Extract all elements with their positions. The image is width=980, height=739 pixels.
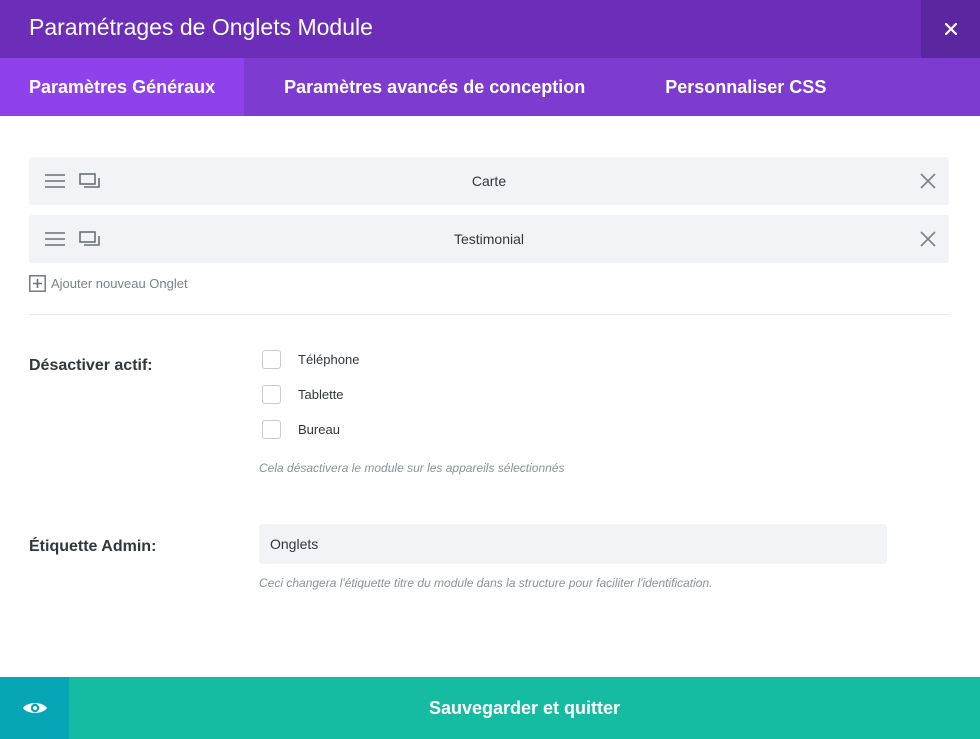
duplicate-icon[interactable] [79, 231, 101, 247]
delete-icon[interactable] [919, 230, 937, 248]
tab-item-label: Testimonial [453, 231, 525, 247]
drag-handle-icon[interactable] [45, 231, 65, 247]
drag-handle-icon[interactable] [45, 173, 65, 189]
admin-label-help-text: Ceci changera l'étiquette titre du modul… [259, 576, 713, 590]
modal-title: Paramétrages de Onglets Module [29, 14, 373, 40]
admin-label-input[interactable] [259, 524, 887, 564]
checkbox-label: Tablette [298, 386, 344, 402]
checkbox-label: Téléphone [298, 351, 360, 367]
tab-general-settings[interactable]: Paramètres Généraux [0, 58, 245, 116]
tab-item-label: Carte [471, 173, 507, 189]
modal-header: Paramétrages de Onglets Module [0, 0, 980, 58]
checkbox-tablet[interactable]: Tablette [262, 384, 344, 404]
tab-item-row[interactable]: Carte [29, 157, 949, 205]
preview-button[interactable] [0, 677, 69, 739]
close-icon [944, 23, 957, 35]
checkbox-label: Bureau [298, 421, 340, 437]
checkbox-box[interactable] [262, 419, 281, 439]
add-tab-label: Ajouter nouveau Onglet [51, 275, 188, 291]
admin-label-label: Étiquette Admin: [29, 538, 157, 555]
plus-box-icon [29, 274, 46, 292]
disable-help-text: Cela désactivera le module sur les appar… [259, 461, 565, 475]
settings-content: Carte Testimonial Ajouter nouveau Onglet… [0, 116, 980, 677]
disable-label: Désactiver actif: [29, 357, 153, 374]
checkbox-box[interactable] [262, 349, 281, 369]
eye-icon [22, 703, 47, 713]
modal-footer: Sauvegarder et quitter [0, 677, 980, 739]
checkbox-box[interactable] [262, 384, 281, 404]
tab-item-row[interactable]: Testimonial [29, 215, 949, 263]
settings-tabs: Paramètres Généraux Paramètres avancés d… [0, 58, 980, 116]
tab-advanced-design[interactable]: Paramètres avancés de conception [244, 58, 625, 116]
tab-custom-css[interactable]: Personnaliser CSS [625, 58, 866, 116]
delete-icon[interactable] [919, 172, 937, 190]
close-button[interactable] [921, 0, 980, 58]
checkbox-desktop[interactable]: Bureau [262, 419, 340, 439]
checkbox-phone[interactable]: Téléphone [262, 349, 359, 369]
save-and-exit-button[interactable]: Sauvegarder et quitter [69, 677, 980, 739]
duplicate-icon[interactable] [79, 173, 101, 189]
add-tab-button[interactable]: Ajouter nouveau Onglet [29, 273, 188, 293]
section-divider [29, 314, 949, 315]
